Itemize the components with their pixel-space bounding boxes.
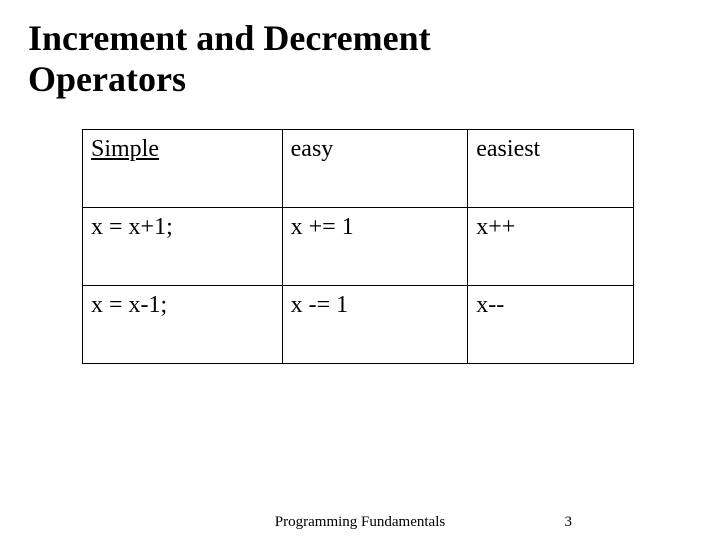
cell: x--	[476, 292, 504, 318]
cell: x = x-1;	[91, 292, 167, 318]
operators-table-wrap: Simple easy easiest x = x+1; x += 1 x++ …	[82, 129, 720, 364]
cell: x = x+1;	[91, 214, 173, 240]
table-row: x = x-1; x -= 1 x--	[83, 285, 634, 363]
header-easy: easy	[291, 136, 334, 162]
cell: x += 1	[291, 214, 354, 240]
title-line-2: Operators	[28, 59, 186, 99]
operators-table: Simple easy easiest x = x+1; x += 1 x++ …	[82, 129, 634, 364]
table-row: Simple easy easiest	[83, 129, 634, 207]
footer-label: Programming Fundamentals	[0, 514, 720, 531]
table-row: x = x+1; x += 1 x++	[83, 207, 634, 285]
slide-title: Increment and Decrement Operators	[0, 0, 720, 101]
header-simple: Simple	[91, 136, 159, 162]
header-easiest: easiest	[476, 136, 540, 162]
cell: x -= 1	[291, 292, 349, 318]
footer-page-number: 3	[565, 514, 573, 531]
title-line-1: Increment and Decrement	[28, 18, 431, 58]
cell: x++	[476, 214, 515, 240]
